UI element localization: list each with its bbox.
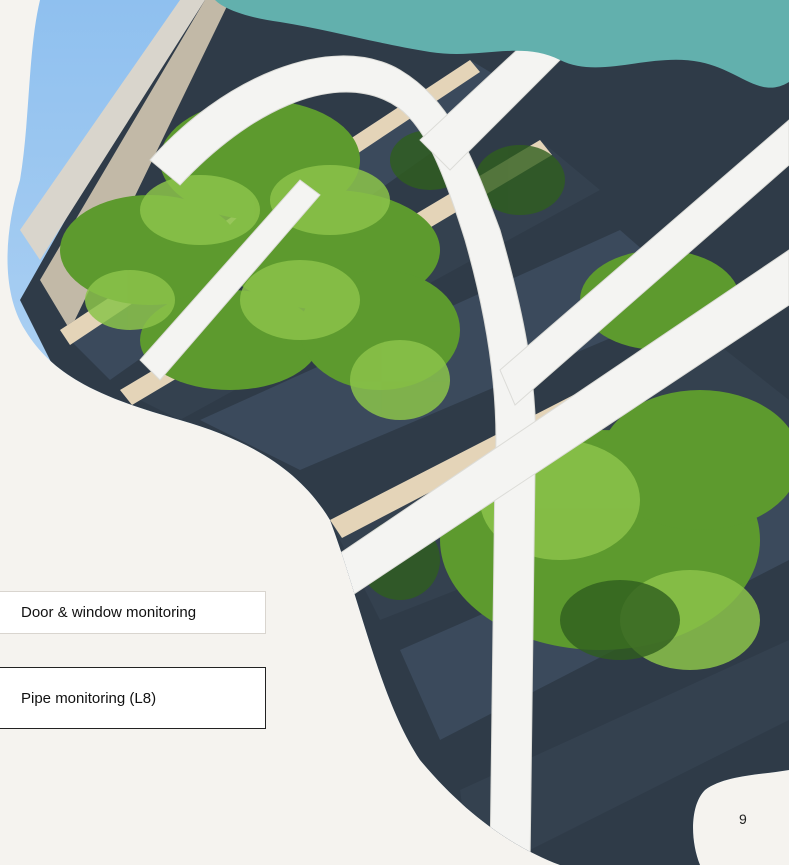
building-photo-canvas (7, 0, 789, 865)
pipe-monitoring-button[interactable]: Pipe monitoring (L8) (0, 667, 266, 729)
door-window-monitoring-button[interactable]: Door & window monitoring (0, 591, 266, 634)
building-photo (7, 0, 789, 865)
pipe-monitoring-label: Pipe monitoring (L8) (21, 689, 157, 707)
door-window-monitoring-label: Door & window monitoring (21, 604, 197, 621)
page-number: 9 (739, 811, 747, 827)
